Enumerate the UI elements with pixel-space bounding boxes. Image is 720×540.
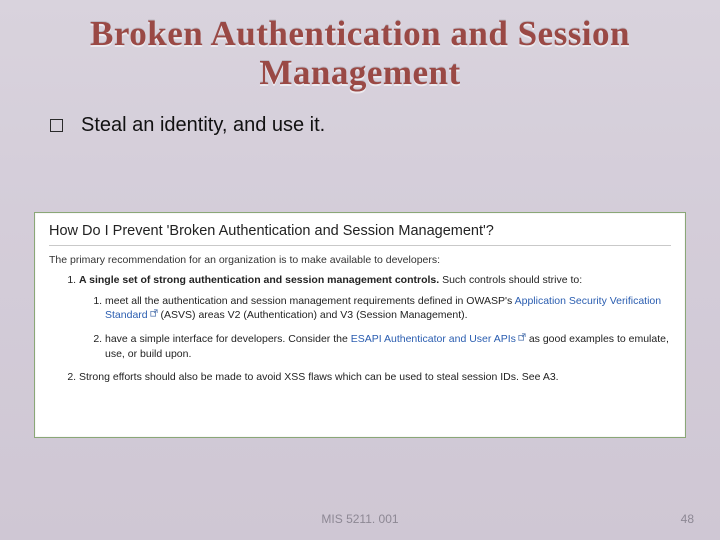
bullet-text: Steal an identity, and use it. [81,114,325,137]
list-item: A single set of strong authentication an… [79,274,671,361]
title-line-2: Management [259,53,460,92]
content-panel: How Do I Prevent 'Broken Authentication … [34,212,686,438]
title-line-1: Broken Authentication and Session [90,14,630,53]
footer-course: MIS 5211. 001 [0,512,720,526]
panel-intro: The primary recommendation for an organi… [49,254,671,266]
list-item: Strong efforts should also be made to av… [79,371,671,383]
inner-list: meet all the authentication and session … [79,294,671,361]
esapi-link[interactable]: ESAPI Authenticator and User APIs [351,333,516,345]
page-number: 48 [681,512,694,526]
list-item: have a simple interface for developers. … [105,332,671,360]
item2-text: Strong efforts should also be made to av… [79,371,559,383]
sub1-post: (ASVS) areas V2 (Authentication) and V3 … [158,309,468,321]
external-link-icon [150,309,158,317]
square-bullet-icon [50,119,63,132]
list-item: meet all the authentication and session … [105,294,671,322]
slide-title: Broken Authentication and Session Manage… [0,0,720,92]
bullet-row: Steal an identity, and use it. [0,92,720,137]
item1-tail: Such controls should strive to: [439,274,582,286]
item1-bold: A single set of strong authentication an… [79,274,439,286]
sub1-pre: meet all the authentication and session … [105,295,515,307]
sub2-pre: have a simple interface for developers. … [105,333,351,345]
panel-heading: How Do I Prevent 'Broken Authentication … [49,223,671,246]
external-link-icon [518,333,526,341]
outer-list: A single set of strong authentication an… [49,274,671,383]
